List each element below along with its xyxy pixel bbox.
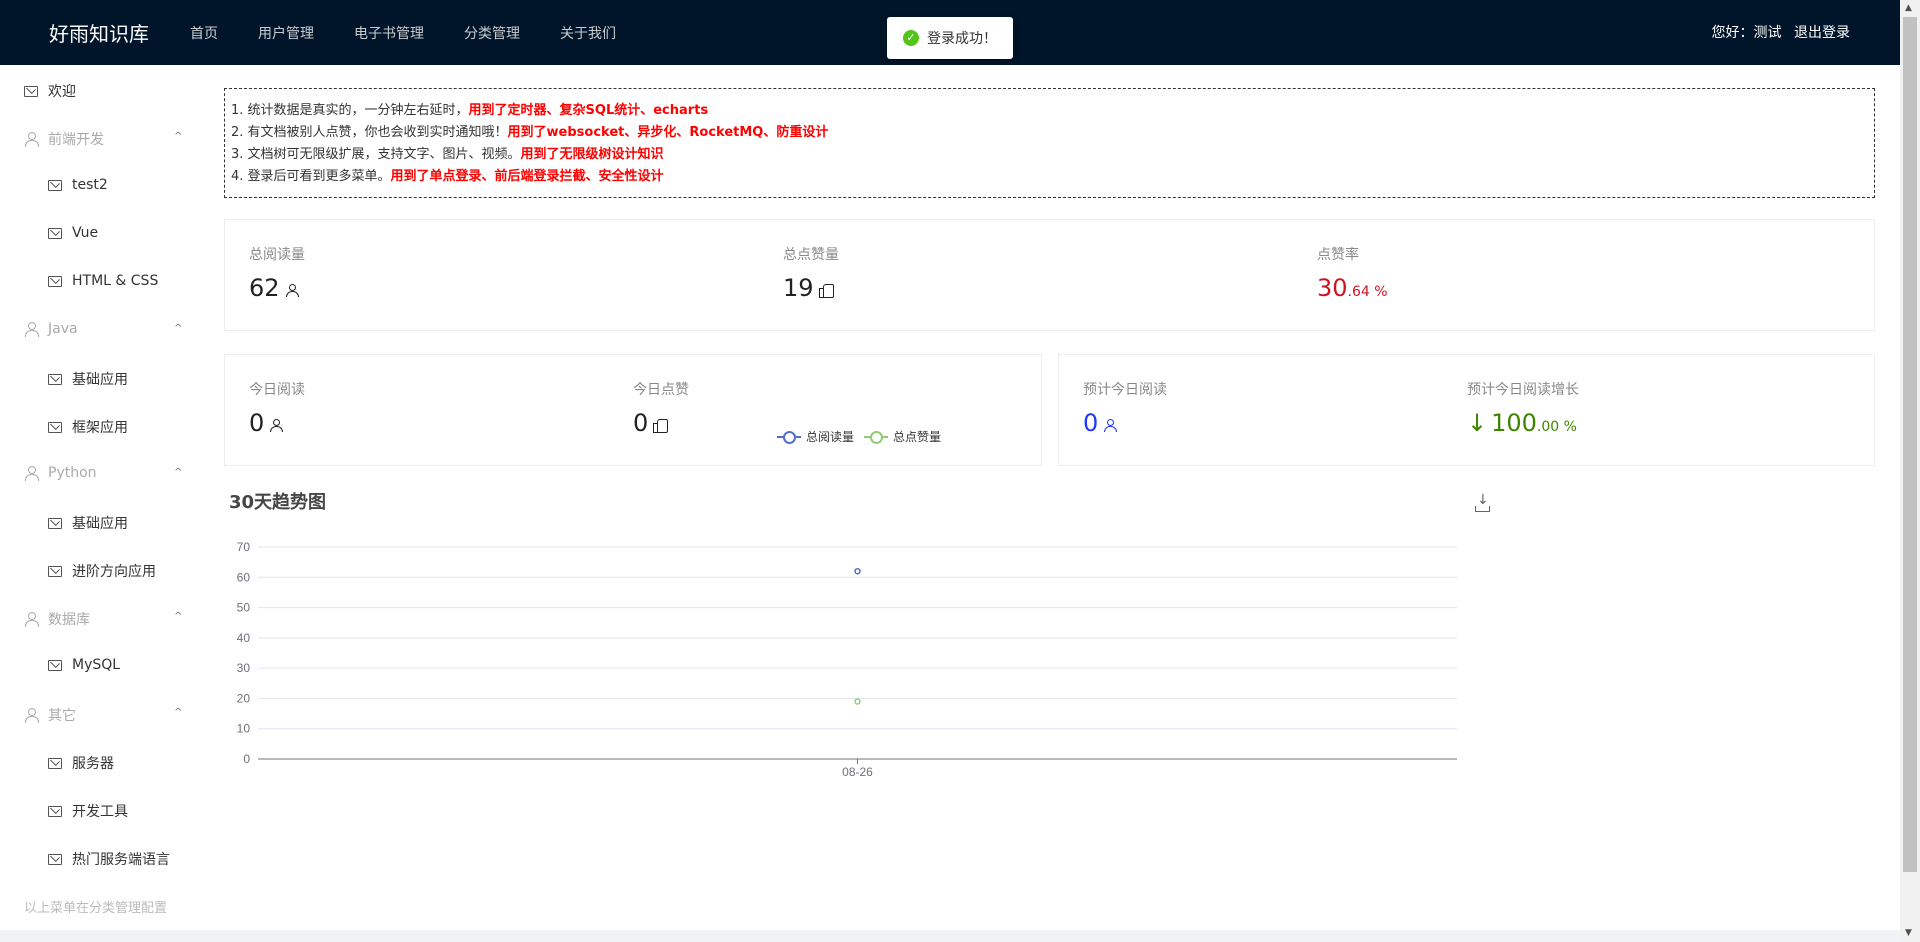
y-tick-label: 60 bbox=[237, 570, 251, 584]
vertical-scrollbar[interactable]: ▲ ▼ bbox=[1900, 0, 1920, 942]
data-point bbox=[854, 567, 861, 575]
data-point bbox=[854, 698, 861, 705]
y-tick-label: 10 bbox=[237, 722, 251, 736]
y-tick-label: 30 bbox=[237, 661, 251, 675]
x-tick-label: 08-26 bbox=[842, 765, 873, 779]
trend-chart: 0 10 20 30 40 50 60 70 08-26 bbox=[237, 540, 1457, 779]
y-tick-label: 20 bbox=[237, 691, 251, 705]
scrollbar-thumb[interactable] bbox=[1903, 17, 1917, 872]
scroll-up-arrow[interactable]: ▲ bbox=[1905, 3, 1912, 13]
y-tick-label: 40 bbox=[237, 631, 251, 645]
scroll-down-arrow[interactable]: ▼ bbox=[1905, 928, 1912, 938]
y-tick-label: 50 bbox=[237, 601, 251, 615]
y-tick-label: 0 bbox=[243, 752, 250, 766]
y-tick-label: 70 bbox=[237, 540, 251, 554]
bottom-strip bbox=[0, 930, 1900, 942]
